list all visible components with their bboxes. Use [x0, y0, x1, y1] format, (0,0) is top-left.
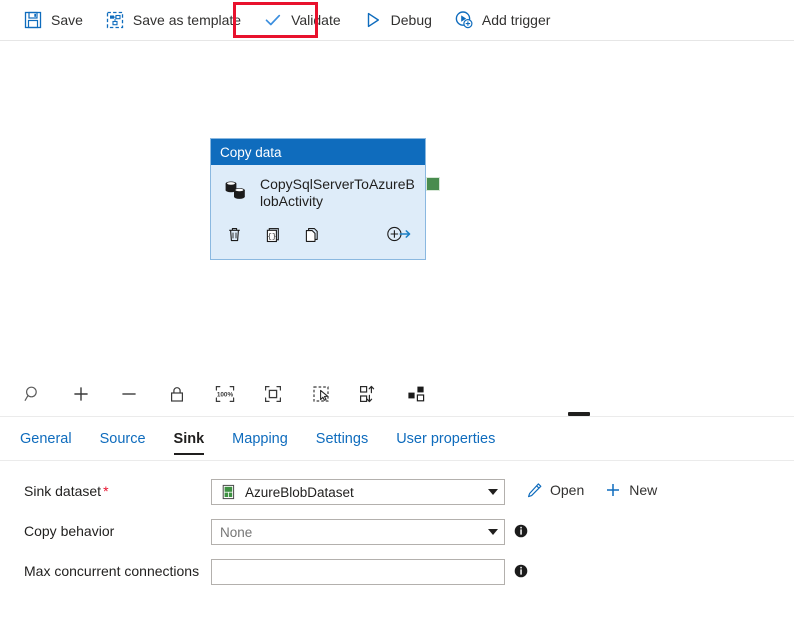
sink-dataset-label-text: Sink dataset — [24, 483, 102, 499]
add-trigger-button[interactable]: Add trigger — [445, 4, 559, 36]
open-dataset-label: Open — [550, 482, 585, 498]
sink-settings-form: Sink dataset * AzureBlobDataset Open New… — [0, 461, 794, 585]
validate-button[interactable]: Validate — [254, 4, 350, 36]
plus-icon — [604, 481, 622, 499]
save-as-template-button-label: Save as template — [132, 12, 242, 28]
max-concurrent-connections-label: Max concurrent connections — [24, 563, 200, 579]
canvas-zoom-toolbar: 100% — [0, 372, 794, 417]
search-icon[interactable] — [20, 381, 46, 407]
pencil-icon — [525, 481, 543, 499]
info-icon[interactable] — [514, 564, 528, 578]
tab-source-label: Source — [99, 430, 146, 447]
fit-to-screen-icon[interactable] — [260, 381, 286, 407]
new-dataset-label: New — [629, 482, 658, 498]
code-braces-icon[interactable]: {} — [262, 223, 284, 245]
sink-dataset-row: Sink dataset * AzureBlobDataset Open New — [0, 479, 794, 505]
activity-action-row: {} — [211, 221, 425, 245]
checkmark-icon — [263, 10, 283, 30]
tab-source[interactable]: Source — [100, 417, 146, 461]
chevron-down-icon — [488, 529, 498, 535]
save-icon — [23, 10, 43, 30]
pipeline-canvas[interactable]: Copy data CopySqlServerToAzureBlobActivi… — [0, 41, 794, 373]
copy-behavior-dropdown[interactable]: None — [211, 519, 505, 545]
tab-user-properties-label: User properties — [396, 430, 496, 447]
sink-dataset-label: Sink dataset * — [24, 479, 211, 501]
add-trigger-icon — [454, 10, 474, 30]
svg-text:100%: 100% — [217, 392, 234, 399]
sink-dataset-dropdown[interactable]: AzureBlobDataset — [211, 479, 505, 505]
save-as-template-button[interactable]: Save as template — [96, 4, 250, 36]
tab-sink[interactable]: Sink — [173, 417, 205, 461]
activity-properties-panel: General Source Sink Mapping Settings Use… — [0, 417, 794, 619]
add-trigger-button-label: Add trigger — [481, 12, 551, 28]
copy-data-activity-card[interactable]: Copy data CopySqlServerToAzureBlobActivi… — [210, 138, 426, 260]
activity-type-label: Copy data — [220, 144, 282, 160]
add-arrow-icon[interactable] — [385, 223, 413, 245]
copy-behavior-value: None — [220, 524, 253, 540]
output-connector[interactable] — [426, 177, 440, 191]
trash-icon[interactable] — [223, 223, 245, 245]
open-dataset-button[interactable]: Open — [525, 481, 584, 499]
properties-tab-bar: General Source Sink Mapping Settings Use… — [0, 417, 794, 461]
validate-button-label: Validate — [291, 12, 341, 28]
layout-icon[interactable] — [404, 381, 430, 407]
duplicate-icon[interactable] — [301, 223, 323, 245]
debug-button[interactable]: Debug — [354, 4, 441, 36]
copy-data-database-icon — [222, 176, 250, 204]
tab-user-properties[interactable]: User properties — [396, 417, 495, 461]
save-button-label: Save — [51, 12, 83, 28]
zoom-in-icon[interactable] — [68, 381, 94, 407]
copy-behavior-label: Copy behavior — [24, 523, 115, 539]
lock-icon[interactable] — [164, 381, 190, 407]
copy-behavior-row: Copy behavior None — [0, 519, 794, 545]
sink-dataset-value: AzureBlobDataset — [245, 484, 354, 500]
tab-settings[interactable]: Settings — [316, 417, 368, 461]
activity-name-label: CopySqlServerToAzureBlobActivity — [260, 176, 415, 209]
zoom-100-icon[interactable]: 100% — [212, 381, 238, 407]
tab-settings-label: Settings — [315, 430, 369, 447]
auto-align-icon[interactable] — [356, 381, 382, 407]
max-concurrent-connections-input[interactable] — [211, 559, 505, 585]
tab-general[interactable]: General — [20, 417, 72, 461]
tab-mapping-label: Mapping — [232, 430, 288, 447]
select-region-icon[interactable] — [308, 381, 334, 407]
save-as-template-icon — [105, 10, 125, 30]
data-factory-pipeline-editor: Save Save as template Validate Debug Add… — [0, 0, 794, 619]
tab-mapping[interactable]: Mapping — [232, 417, 288, 461]
play-triangle-icon — [363, 10, 383, 30]
info-icon[interactable] — [514, 524, 528, 538]
activity-body: CopySqlServerToAzureBlobActivity — [211, 165, 425, 221]
dataset-file-icon — [220, 484, 237, 501]
tab-general-label: General — [20, 430, 72, 447]
panel-resize-handle[interactable] — [568, 412, 590, 416]
chevron-down-icon — [488, 489, 498, 495]
required-asterisk: * — [103, 483, 109, 499]
max-concurrent-connections-row: Max concurrent connections — [0, 559, 794, 585]
save-button[interactable]: Save — [14, 4, 92, 36]
tab-sink-label: Sink — [173, 430, 205, 447]
svg-text:{}: {} — [267, 233, 276, 241]
new-dataset-button[interactable]: New — [604, 481, 657, 499]
debug-button-label: Debug — [390, 12, 432, 28]
pipeline-command-toolbar: Save Save as template Validate Debug Add… — [0, 0, 794, 41]
activity-type-header: Copy data — [211, 139, 425, 165]
zoom-out-icon[interactable] — [116, 381, 142, 407]
